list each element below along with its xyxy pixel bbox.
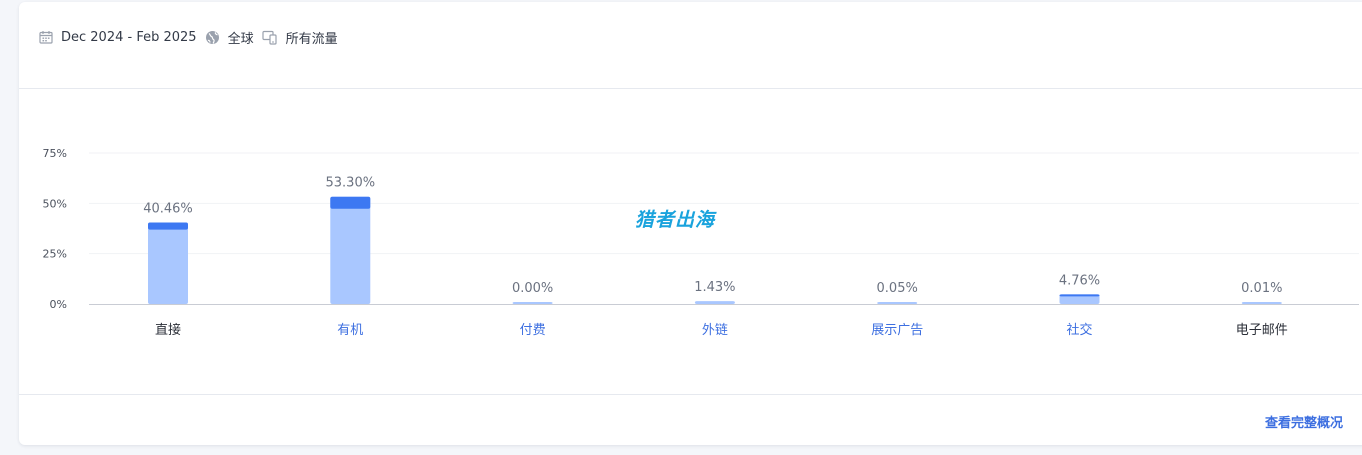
bar-highlight-6 (1059, 294, 1100, 297)
value-label: 40.46% (143, 202, 193, 217)
y-tick-label: 50% (43, 197, 67, 210)
category-label: 电子邮件 (1236, 323, 1288, 338)
value-label: 0.05% (877, 281, 918, 296)
category-label[interactable]: 社交 (1066, 322, 1092, 338)
value-label: 4.76% (1059, 273, 1100, 288)
footer-divider (19, 394, 1362, 395)
y-tick-label: 75% (43, 147, 67, 160)
value-label: 0.00% (512, 281, 553, 296)
category-label[interactable]: 付费 (520, 323, 546, 338)
watermark-text: 猎者出海 (635, 209, 716, 231)
traffic-sources-card: Dec 2024 - Feb 2025 全球 所有流量 0% 25% 50% 75% 4… (19, 2, 1362, 445)
bar-5[interactable] (877, 302, 918, 304)
view-full-overview-link[interactable]: 查看完整概况 (1265, 412, 1343, 431)
bar-highlight-1 (148, 222, 188, 230)
bar-3[interactable] (512, 302, 553, 304)
bar-7[interactable] (1241, 302, 1282, 304)
y-tick-label: 25% (43, 248, 67, 261)
bar-4[interactable] (694, 301, 735, 304)
category-label: 直接 (155, 322, 181, 338)
bar-1[interactable] (148, 222, 188, 304)
bar-highlight-2 (330, 196, 371, 209)
traffic-bar-chart: 0% 25% 50% 75% 40.46% 直接 53.30% 有机 0.00% 付费 1.43% 外… (43, 147, 1359, 338)
category-label[interactable]: 外链 (702, 323, 728, 338)
value-label: 1.43% (694, 280, 735, 295)
value-label: 53.30% (326, 176, 376, 191)
value-label: 0.01% (1241, 281, 1282, 296)
category-label[interactable]: 展示广告 (871, 323, 923, 338)
y-tick-label: 0% (50, 298, 67, 311)
bar-2[interactable] (330, 196, 371, 304)
category-label[interactable]: 有机 (337, 323, 363, 338)
